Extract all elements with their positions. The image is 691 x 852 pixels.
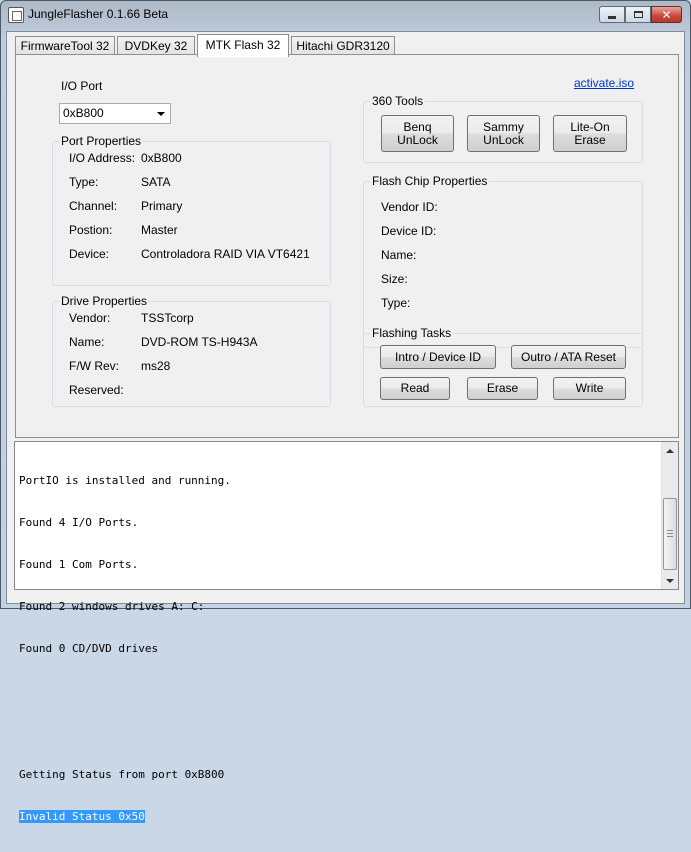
window-title: JungleFlasher 0.1.66 Beta (28, 7, 169, 21)
benq-unlock-button[interactable]: Benq UnLock (381, 115, 454, 152)
erase-button[interactable]: Erase (467, 377, 538, 400)
vertical-scrollbar[interactable] (661, 442, 678, 589)
close-icon: ✕ (661, 7, 672, 22)
vendor-id-label: Vendor ID: (381, 200, 438, 214)
minimize-icon (608, 15, 616, 19)
scroll-down-button[interactable] (662, 572, 678, 589)
name-label: Name: (69, 335, 105, 349)
minimize-button[interactable] (599, 6, 625, 23)
lite-on-erase-button[interactable]: Lite-On Erase (553, 115, 627, 152)
position-label: Postion: (69, 223, 113, 237)
log-console[interactable]: PortIO is installed and running. Found 4… (14, 441, 679, 823)
sammy-unlock-button[interactable]: Sammy UnLock (467, 115, 540, 152)
device-id-label: Device ID: (381, 224, 437, 238)
fw-rev-label: F/W Rev: (69, 359, 119, 373)
reserved-label: Reserved: (69, 383, 124, 397)
close-button[interactable]: ✕ (651, 6, 682, 23)
io-port-label: I/O Port (61, 79, 103, 93)
write-button[interactable]: Write (553, 377, 626, 400)
title-bar[interactable]: JungleFlasher 0.1.66 Beta ✕ (1, 1, 690, 29)
log-line: Found 1 Com Ports. (19, 558, 139, 571)
log-line: PortIO is installed and running. (19, 474, 231, 487)
device-label: Device: (69, 247, 110, 261)
activate-iso-link[interactable]: activate.iso (574, 76, 634, 90)
name-value: DVD-ROM TS-H943A (141, 335, 258, 349)
drive-properties-title: Drive Properties (59, 294, 150, 308)
io-address-label: I/O Address: (69, 151, 136, 165)
maximize-button[interactable] (625, 6, 651, 23)
arrow-up-icon (666, 448, 674, 453)
tab-hitachi[interactable]: Hitachi GDR3120 (291, 36, 395, 56)
flashing-tasks-group: Flashing Tasks Intro / Device ID Outro /… (363, 326, 643, 407)
port-properties-title: Port Properties (59, 134, 144, 148)
app-icon (8, 7, 24, 23)
chip-name-label: Name: (381, 248, 417, 262)
tab-firmwaretool[interactable]: FirmwareTool 32 (15, 36, 115, 56)
port-properties-group: Port Properties I/O Address: 0xB800 Type… (52, 134, 331, 286)
outro-ata-reset-button[interactable]: Outro / ATA Reset (511, 345, 626, 369)
channel-label: Channel: (69, 199, 118, 213)
mtk-flash-panel: I/O Port 0xB800 activate.iso Port Proper… (15, 54, 679, 438)
log-line: Getting Status from port 0xB800 (19, 768, 225, 781)
grip-line (667, 530, 673, 531)
tools-360-group: 360 Tools Benq UnLock Sammy UnLock Lite-… (363, 94, 643, 163)
lite-on-erase-label: Lite-On Erase (570, 119, 610, 147)
chevron-down-icon (157, 112, 165, 116)
log-line: Found 2 windows drives A: C: (19, 600, 205, 613)
vendor-label: Vendor: (69, 311, 111, 325)
arrow-down-icon (666, 578, 674, 583)
type-label: Type: (69, 175, 99, 189)
io-port-select[interactable]: 0xB800 (59, 103, 171, 124)
benq-unlock-line2: UnLock (397, 132, 438, 147)
main-window: JungleFlasher 0.1.66 Beta ✕ FirmwareTool… (0, 0, 691, 823)
benq-unlock-line1: Benq (403, 119, 432, 134)
read-button[interactable]: Read (380, 377, 450, 400)
io-address-value: 0xB800 (141, 151, 182, 165)
tab-mtk-flash[interactable]: MTK Flash 32 (197, 34, 289, 57)
log-line: Found 4 I/O Ports. (19, 516, 139, 529)
log-line-selected: Invalid Status 0x50 (19, 810, 145, 823)
chip-type-label: Type: (381, 296, 411, 310)
vendor-value: TSSTcorp (141, 311, 194, 325)
grip-line (667, 533, 673, 534)
fw-rev-value: ms28 (141, 359, 171, 373)
type-value: SATA (141, 175, 171, 189)
sammy-unlock-line2: UnLock (483, 132, 524, 147)
position-value: Master (141, 223, 178, 237)
client-area: FirmwareTool 32 DVDKey 32 MTK Flash 32 H… (6, 31, 685, 823)
flash-chip-title: Flash Chip Properties (370, 174, 490, 188)
io-port-value: 0xB800 (63, 106, 104, 120)
channel-value: Primary (141, 199, 183, 213)
scroll-up-button[interactable] (662, 442, 678, 459)
scrollbar-thumb[interactable] (663, 498, 677, 570)
intro-device-id-button[interactable]: Intro / Device ID (380, 345, 496, 369)
drive-properties-group: Drive Properties Vendor: TSSTcorp Name: … (52, 294, 331, 407)
flash-chip-group: Flash Chip Properties Vendor ID: Device … (363, 174, 643, 348)
grip-line (667, 536, 673, 537)
chip-size-label: Size: (381, 272, 408, 286)
maximize-icon (633, 11, 643, 18)
flashing-tasks-title: Flashing Tasks (370, 326, 454, 340)
tools-360-title: 360 Tools (370, 94, 426, 108)
log-text[interactable]: PortIO is installed and running. Found 4… (19, 446, 659, 852)
device-value: Controladora RAID VIA VT6421 (141, 247, 310, 261)
tab-dvdkey[interactable]: DVDKey 32 (117, 36, 195, 56)
sammy-unlock-line1: Sammy (483, 119, 524, 134)
log-line: Found 0 CD/DVD drives (19, 642, 159, 655)
